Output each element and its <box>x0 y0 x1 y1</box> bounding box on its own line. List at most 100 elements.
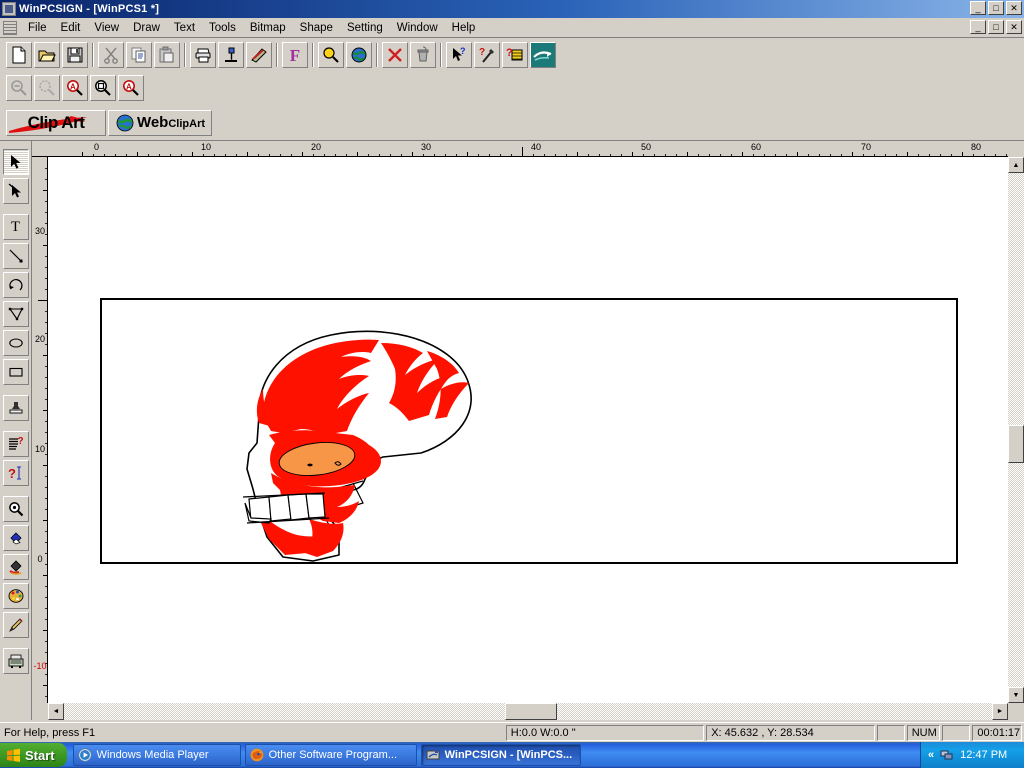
web-clipart-label-top: Web <box>136 114 169 131</box>
help-topics-button[interactable]: ? <box>502 42 528 68</box>
taskbar-item-other-software-program[interactable]: Other Software Program... <box>244 744 417 766</box>
polygon-tool[interactable] <box>2 301 29 327</box>
close-button[interactable]: ✕ <box>1006 1 1022 15</box>
context-help-button[interactable]: ? <box>446 42 472 68</box>
line-icon <box>9 249 22 263</box>
palette-tool[interactable] <box>2 583 29 609</box>
new-file-button[interactable] <box>6 42 32 68</box>
horizontal-scroll-thumb[interactable] <box>505 703 557 720</box>
maximize-button[interactable]: □ <box>988 1 1004 15</box>
magnifier-bulb-icon <box>323 47 339 63</box>
menu-item-bitmap[interactable]: Bitmap <box>243 20 293 36</box>
send-to-cutter-button[interactable] <box>530 42 556 68</box>
tray-expand-chevron-icon[interactable]: « <box>928 749 934 761</box>
copy-button[interactable] <box>126 42 152 68</box>
weed-button[interactable] <box>246 42 272 68</box>
fill-color-tool[interactable] <box>2 525 29 551</box>
scroll-left-button[interactable]: ◄ <box>48 703 64 720</box>
menu-item-window[interactable]: Window <box>390 20 445 36</box>
zoom-out-button[interactable] <box>6 75 32 101</box>
taskbar-item-winpcsign[interactable]: WinPCSIGN - [WinPCS... <box>420 744 582 766</box>
web-clipart-label-bottom: ClipArt <box>168 118 206 130</box>
ellipse-tool[interactable] <box>2 330 29 356</box>
zoom-all-button[interactable]: A <box>62 75 88 101</box>
pencil-tool[interactable] <box>2 612 29 638</box>
rectangle-tool[interactable] <box>2 359 29 385</box>
arc-tool[interactable] <box>2 272 29 298</box>
select-tool[interactable] <box>2 149 29 175</box>
open-file-button[interactable] <box>34 42 60 68</box>
zoom-previous-button[interactable] <box>34 75 60 101</box>
toolbar-separator <box>181 42 189 68</box>
start-button[interactable]: Start <box>0 743 67 767</box>
menu-item-view[interactable]: View <box>87 20 126 36</box>
tips-button[interactable]: ? <box>474 42 500 68</box>
line-tool[interactable] <box>2 243 29 269</box>
network-icon[interactable] <box>940 748 954 762</box>
taskbar-item-windows-media-player[interactable]: Windows Media Player <box>72 744 241 766</box>
status-blank-1 <box>876 724 905 741</box>
scrollbar-corner <box>1008 703 1024 720</box>
zoom-all-icon: A <box>67 80 83 96</box>
paint-bucket-tool[interactable] <box>2 554 29 580</box>
minimize-button[interactable]: _ <box>970 1 986 15</box>
zoom-page-button[interactable] <box>90 75 116 101</box>
tray-clock[interactable]: 12:47 PM <box>960 749 1007 761</box>
teal-cutter-icon <box>531 43 555 67</box>
paste-button[interactable] <box>154 42 180 68</box>
status-bar: For Help, press F1 H:0.0 W:0.0 " X: 45.6… <box>0 722 1024 742</box>
font-button[interactable]: F <box>282 42 308 68</box>
scroll-right-button[interactable]: ► <box>992 703 1008 720</box>
menu-item-file[interactable]: File <box>21 20 54 36</box>
text-block-tool[interactable]: ? <box>2 431 29 457</box>
child-minimize-button[interactable]: _ <box>970 20 986 34</box>
find-button[interactable] <box>318 42 344 68</box>
vertical-ruler[interactable]: 30 20 10 0 -10 <box>32 157 48 703</box>
toolbar-separator <box>437 42 445 68</box>
menu-item-tools[interactable]: Tools <box>202 20 243 36</box>
cut-plotter-button[interactable] <box>218 42 244 68</box>
text-block-question-icon: ? <box>8 436 23 450</box>
menu-item-help[interactable]: Help <box>445 20 483 36</box>
weeding-tool-icon <box>251 48 267 63</box>
zoom-previous-icon <box>39 80 55 96</box>
scroll-up-button[interactable]: ▲ <box>1008 157 1024 173</box>
menu-item-setting[interactable]: Setting <box>340 20 390 36</box>
stamp-tool[interactable] <box>2 395 29 421</box>
design-canvas[interactable] <box>48 157 1008 703</box>
document-system-icon[interactable] <box>3 20 17 35</box>
web-clipart-button[interactable]: Web ClipArt <box>108 109 212 136</box>
vertical-scroll-thumb[interactable] <box>1008 425 1024 463</box>
print-button[interactable] <box>190 42 216 68</box>
child-close-button[interactable]: ✕ <box>1006 20 1022 34</box>
taskbar-item-label: WinPCSIGN - [WinPCS... <box>444 749 573 761</box>
cut-button[interactable] <box>98 42 124 68</box>
text-tool[interactable]: T <box>2 214 29 240</box>
trash-button[interactable] <box>410 42 436 68</box>
text-cursor-tool[interactable]: ? <box>2 460 29 486</box>
child-restore-button[interactable]: □ <box>988 20 1004 34</box>
cutter-tool[interactable] <box>2 648 29 674</box>
menu-bar: File Edit View Draw Text Tools Bitmap Sh… <box>0 18 1024 38</box>
node-edit-tool[interactable] <box>2 178 29 204</box>
horizontal-ruler[interactable]: 0 10 20 30 40 50 60 70 80 <box>32 141 1008 157</box>
menu-item-draw[interactable]: Draw <box>126 20 167 36</box>
delete-button[interactable] <box>382 42 408 68</box>
flaming-skull-clipart[interactable] <box>213 307 503 567</box>
title-bar: WinPCSIGN - [WinPCS1 *] _ □ ✕ <box>0 0 1024 18</box>
web-button[interactable] <box>346 42 372 68</box>
clipart-button[interactable]: Clip Art <box>6 109 106 136</box>
svg-text:?: ? <box>8 466 16 481</box>
zoom-tool[interactable] <box>2 496 29 522</box>
scroll-down-button[interactable]: ▼ <box>1008 687 1024 703</box>
hruler-label-10: 10 <box>201 142 212 152</box>
zoom-page-icon <box>95 80 111 96</box>
horizontal-scrollbar[interactable]: ◄ ► <box>48 703 1008 720</box>
menu-item-shape[interactable]: Shape <box>293 20 340 36</box>
vertical-scrollbar[interactable]: ▲ ▼ <box>1008 157 1024 703</box>
globe-icon <box>116 114 134 131</box>
zoom-selection-button[interactable]: A <box>118 75 144 101</box>
menu-item-text[interactable]: Text <box>167 20 202 36</box>
menu-item-edit[interactable]: Edit <box>54 20 88 36</box>
save-file-button[interactable] <box>62 42 88 68</box>
